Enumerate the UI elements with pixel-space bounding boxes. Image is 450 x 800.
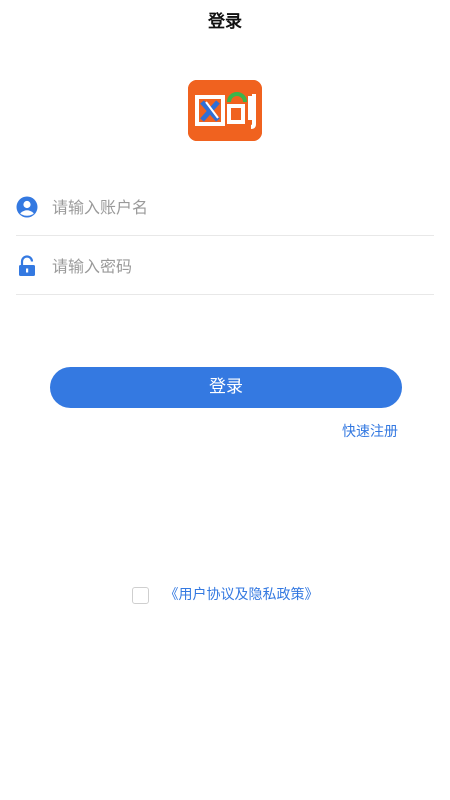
password-field: [16, 237, 434, 295]
login-page: 登录 登录 快速注册: [0, 0, 450, 800]
password-input[interactable]: [52, 251, 422, 281]
quick-register-link[interactable]: 快速注册: [342, 423, 398, 441]
app-logo-graphic: [188, 80, 262, 141]
agreement-checkbox[interactable]: [131, 586, 149, 604]
username-field: [16, 178, 434, 236]
agreement-row: 《用户协议及隐私政策》: [0, 585, 450, 605]
agreement-link[interactable]: 《用户协议及隐私政策》: [165, 586, 319, 604]
username-input[interactable]: [52, 192, 422, 222]
user-icon: [16, 196, 38, 218]
login-button[interactable]: 登录: [50, 367, 402, 408]
page-title: 登录: [208, 12, 242, 32]
lock-icon: [19, 255, 35, 276]
app-logo: [188, 80, 262, 141]
